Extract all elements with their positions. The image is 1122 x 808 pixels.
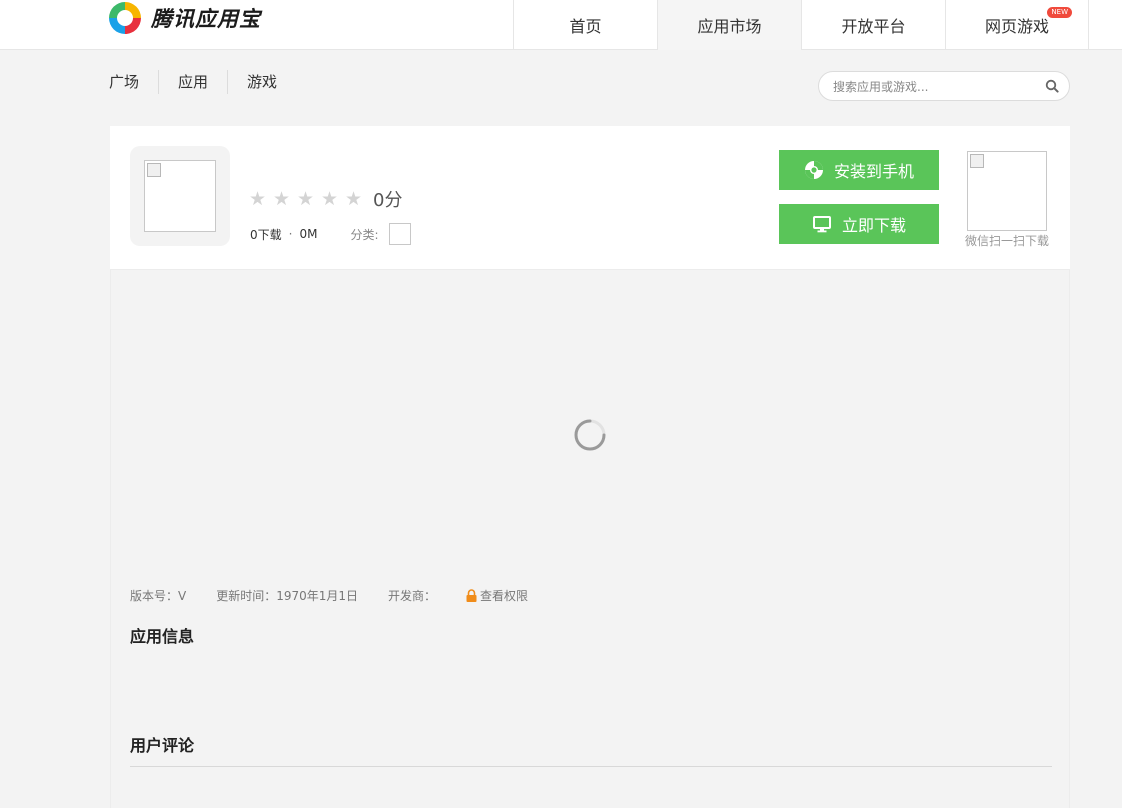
app-detail-card: ★ ★ ★ ★ ★ 0分 0下载 · 0M 分类: 安装到手机 立即下载 微信扫… xyxy=(110,126,1070,808)
card-border-right xyxy=(1069,270,1070,808)
section-title-app-info: 应用信息 xyxy=(130,627,195,646)
rating-stars: ★ ★ ★ ★ ★ 0分 xyxy=(249,186,402,212)
download-count: 0下载 xyxy=(250,227,282,242)
star-icon: ★ xyxy=(321,188,339,210)
subnav-item-apps[interactable]: 应用 xyxy=(158,70,227,94)
download-label: 立即下载 xyxy=(841,218,906,235)
star-icon: ★ xyxy=(345,188,363,210)
new-badge: NEW xyxy=(1047,7,1072,18)
subnav-item-plaza[interactable]: 广场 xyxy=(109,70,158,94)
search-icon[interactable] xyxy=(1045,79,1059,93)
search-input[interactable] xyxy=(833,78,1033,96)
tencent-logo-icon xyxy=(108,1,142,35)
category-label: 分类: xyxy=(350,227,379,242)
loading-spinner-icon xyxy=(574,419,606,451)
logo-text: 腾讯应用宝 xyxy=(151,7,261,31)
install-label: 安装到手机 xyxy=(833,164,914,181)
install-to-phone-button[interactable]: 安装到手机 xyxy=(779,150,939,190)
nav-item-web-games[interactable]: 网页游戏 NEW xyxy=(945,0,1089,50)
broken-image-icon xyxy=(970,154,984,168)
permissions-label: 查看权限 xyxy=(480,589,529,603)
section-divider xyxy=(130,766,1052,767)
category-image xyxy=(388,223,411,245)
app-meta: 0下载 · 0M 分类: xyxy=(250,223,411,245)
main-nav: 首页 应用市场 开放平台 网页游戏 NEW xyxy=(513,0,1089,50)
meta-separator: · xyxy=(288,227,293,241)
nav-label: 首页 xyxy=(569,17,602,36)
rating-score: 0分 xyxy=(373,190,403,211)
card-border-left xyxy=(110,270,111,808)
site-logo[interactable]: 腾讯应用宝 xyxy=(107,0,261,36)
top-header: 腾讯应用宝 首页 应用市场 开放平台 网页游戏 NEW xyxy=(0,0,1122,50)
nav-label: 开放平台 xyxy=(841,17,906,36)
view-permissions-link[interactable]: 查看权限 xyxy=(466,587,558,604)
update-time-text: 更新时间：1970年1月1日 xyxy=(216,589,359,603)
app-header-panel: ★ ★ ★ ★ ★ 0分 0下载 · 0M 分类: 安装到手机 立即下载 微信扫… xyxy=(110,126,1070,270)
developer-text: 开发商： xyxy=(388,589,437,603)
star-icon: ★ xyxy=(297,188,315,210)
subnav-item-games[interactable]: 游戏 xyxy=(227,70,296,94)
app-details-line: 版本号：V 更新时间：1970年1月1日 开发商： 查看权限 xyxy=(130,587,558,604)
version-text: 版本号：V xyxy=(130,589,187,603)
section-title-user-reviews: 用户评论 xyxy=(130,736,195,755)
star-icon: ★ xyxy=(249,188,267,210)
app-icon-image xyxy=(144,160,216,232)
sub-nav: 广场 应用 游戏 xyxy=(109,70,296,94)
download-now-button[interactable]: 立即下载 xyxy=(779,204,939,244)
search-box xyxy=(818,71,1070,101)
qr-code-image xyxy=(967,151,1047,231)
nav-label: 网页游戏 xyxy=(984,17,1049,36)
nav-item-open-platform[interactable]: 开放平台 xyxy=(801,0,945,50)
nav-label: 应用市场 xyxy=(697,17,762,36)
star-icon: ★ xyxy=(273,188,291,210)
app-icon-frame xyxy=(130,146,230,246)
nav-item-app-market[interactable]: 应用市场 xyxy=(657,0,801,50)
nav-item-home[interactable]: 首页 xyxy=(513,0,657,50)
qr-code-label: 微信扫一扫下载 xyxy=(964,234,1049,248)
monitor-icon xyxy=(812,216,831,233)
app-size: 0M xyxy=(299,227,318,241)
yingyongbao-icon xyxy=(804,161,823,179)
lock-icon xyxy=(466,589,477,602)
broken-image-icon xyxy=(147,163,161,177)
